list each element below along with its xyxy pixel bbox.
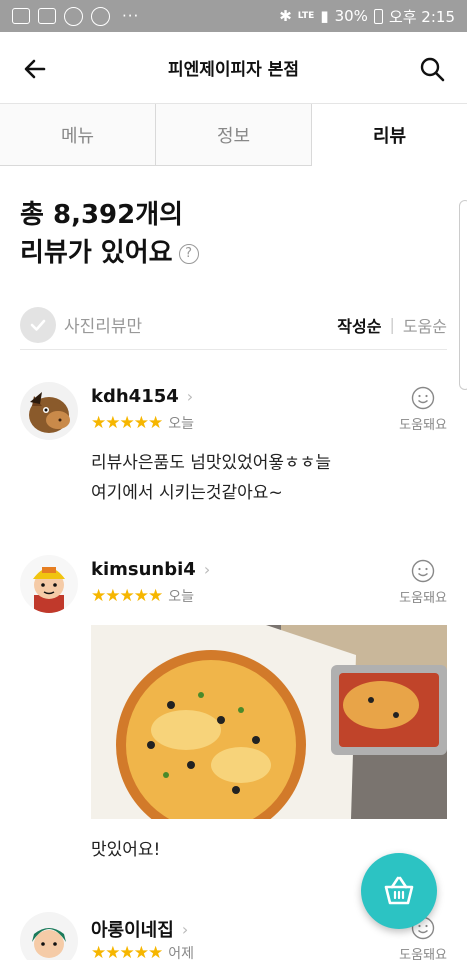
review-count-line: 총 8,392개의 — [20, 200, 184, 230]
chevron-right-icon: › — [186, 387, 194, 406]
rating-row: ★★★★★ 오늘 — [91, 586, 194, 606]
helpful-label: 도움돼요 — [399, 591, 447, 606]
check-icon — [30, 319, 46, 331]
network-type: LTE — [297, 11, 315, 21]
help-icon[interactable]: ? — [178, 243, 199, 264]
cart-button[interactable] — [361, 853, 437, 929]
battery-percent: 30% — [334, 7, 368, 25]
filter-row: 사진리뷰만 작성순 | 도움순 — [20, 300, 447, 350]
rating-row: ★★★★★ 오늘 — [91, 413, 194, 433]
character-avatar-icon — [33, 567, 65, 613]
pizza-photo — [91, 625, 447, 819]
reviewer-name-link[interactable]: 아롱이네집 › — [91, 916, 188, 942]
star-rating: ★★★★★ — [91, 413, 163, 433]
avatar[interactable] — [20, 382, 78, 440]
page-title: 피엔제이피자 본점 — [167, 60, 300, 80]
review-photo[interactable] — [91, 625, 447, 819]
tab-bar: 메뉴 정보 리뷰 — [0, 104, 467, 166]
helpful-button[interactable]: 도움돼요 — [399, 386, 447, 433]
scroll-handle[interactable] — [459, 200, 467, 390]
review-date: 오늘 — [168, 589, 194, 605]
sort-helpful-button[interactable]: 도움순 — [403, 313, 447, 337]
chevron-right-icon: › — [181, 919, 189, 939]
review-summary: 총 8,392개의 리뷰가 있어요? — [20, 196, 199, 272]
review-date: 오늘 — [168, 416, 194, 432]
chat-notification-icon — [64, 6, 83, 26]
search-button[interactable] — [415, 52, 449, 86]
star-rating: ★★★★★ — [91, 586, 163, 606]
character-avatar-icon — [32, 928, 66, 958]
review-summary-text: 리뷰가 있어요 — [20, 238, 173, 268]
helpful-label: 도움돼요 — [399, 948, 447, 960]
helpful-label: 도움돼요 — [399, 418, 447, 433]
review-text-line: 여기에서 시키는것같아요~ — [91, 483, 283, 503]
app-notification-icon — [12, 8, 30, 24]
sort-divider: | — [389, 315, 395, 334]
basket-icon — [384, 876, 414, 905]
reviewer-name: 아롱이네집 — [91, 920, 174, 941]
star-rating: ★★★★★ — [91, 943, 163, 960]
tab-menu[interactable]: 메뉴 — [0, 104, 156, 166]
signal-icon: ▮ — [320, 7, 329, 25]
review-text: 맛있어요! — [91, 840, 161, 860]
notification-icons: ··· — [12, 6, 140, 26]
reviewer-name: kimsunbi4 — [91, 559, 196, 580]
reviewer-name-link[interactable]: kdh4154 › — [91, 386, 193, 407]
image-notification-icon — [38, 8, 56, 24]
photo-only-checkbox[interactable] — [20, 306, 56, 343]
tab-info[interactable]: 정보 — [156, 104, 311, 166]
smile-icon — [411, 559, 435, 583]
review-item: kdh4154 › ★★★★★ 오늘 도움돼요 리뷰사은품도 넘맛있었어욯ㅎㅎ늘… — [20, 382, 447, 532]
helpful-button[interactable]: 도움돼요 — [399, 559, 447, 606]
horse-avatar-icon — [29, 392, 70, 433]
avatar[interactable] — [20, 912, 78, 960]
review-summary-line: 리뷰가 있어요? — [20, 234, 199, 272]
search-icon — [420, 57, 445, 82]
tab-reviews[interactable]: 리뷰 — [311, 104, 467, 166]
review-date: 어제 — [168, 946, 194, 960]
sort-latest-button[interactable]: 작성순 — [337, 313, 381, 337]
talk-notification-icon — [91, 6, 110, 26]
sort-options: 작성순 | 도움순 — [337, 313, 447, 337]
back-button[interactable] — [18, 52, 52, 86]
bluetooth-icon: ✱ — [279, 7, 292, 25]
back-arrow-icon — [24, 59, 46, 79]
app-header: 피엔제이피자 본점 — [0, 32, 467, 104]
reviewer-name-link[interactable]: kimsunbi4 › — [91, 559, 210, 580]
review-item: kimsunbi4 › ★★★★★ 오늘 도움돼요 맛있어요! — [20, 555, 447, 875]
more-notifications-icon: ··· — [122, 7, 140, 25]
clock: 오후 2:15 — [388, 7, 455, 26]
rating-row: ★★★★★ 어제 — [91, 943, 194, 960]
avatar[interactable] — [20, 555, 78, 613]
reviewer-name: kdh4154 — [91, 386, 179, 407]
review-text: 리뷰사은품도 넘맛있었어욯ㅎㅎ늘 여기에서 시키는것같아요~ — [91, 448, 331, 508]
photo-only-label[interactable]: 사진리뷰만 — [64, 312, 142, 337]
review-text-line: 리뷰사은품도 넘맛있었어욯ㅎㅎ늘 — [91, 453, 332, 473]
status-bar: ··· ✱ LTE ▮ 30% 오후 2:15 — [0, 0, 467, 32]
smile-icon — [411, 386, 435, 410]
chevron-right-icon: › — [203, 560, 211, 579]
battery-icon — [373, 8, 383, 24]
